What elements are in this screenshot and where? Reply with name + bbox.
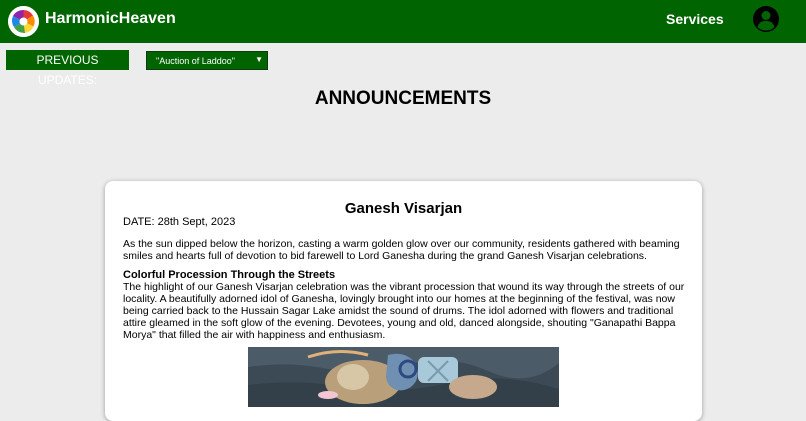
- previous-updates-label: PREVIOUS UPDATES:: [6, 50, 129, 87]
- section-body: The highlight of our Ganesh Visarjan cel…: [123, 281, 685, 341]
- announcement-card: Ganesh Visarjan DATE: 28th Sept, 2023 As…: [105, 181, 702, 421]
- announcement-intro: As the sun dipped below the horizon, cas…: [123, 238, 680, 262]
- announcement-date: DATE: 28th Sept, 2023: [123, 216, 236, 228]
- brand-name[interactable]: HarmonicHeaven: [45, 10, 176, 28]
- rainbow-swirl-icon[interactable]: [8, 6, 39, 37]
- page-title: ANNOUNCEMENTS: [314, 88, 492, 109]
- chevron-down-icon: ▼: [255, 55, 263, 64]
- account-circle-icon[interactable]: [753, 6, 779, 32]
- announcement-photo: [248, 347, 559, 407]
- nav-services-link[interactable]: Services: [666, 11, 724, 27]
- updates-dropdown-value: "Auction of Laddoo": [156, 55, 235, 66]
- top-navbar: HarmonicHeaven Services: [0, 0, 806, 43]
- section-heading: Colorful Procession Through the Streets: [123, 269, 336, 281]
- updates-dropdown[interactable]: "Auction of Laddoo" ▼: [146, 51, 268, 70]
- announcement-title: Ganesh Visarjan: [344, 200, 463, 217]
